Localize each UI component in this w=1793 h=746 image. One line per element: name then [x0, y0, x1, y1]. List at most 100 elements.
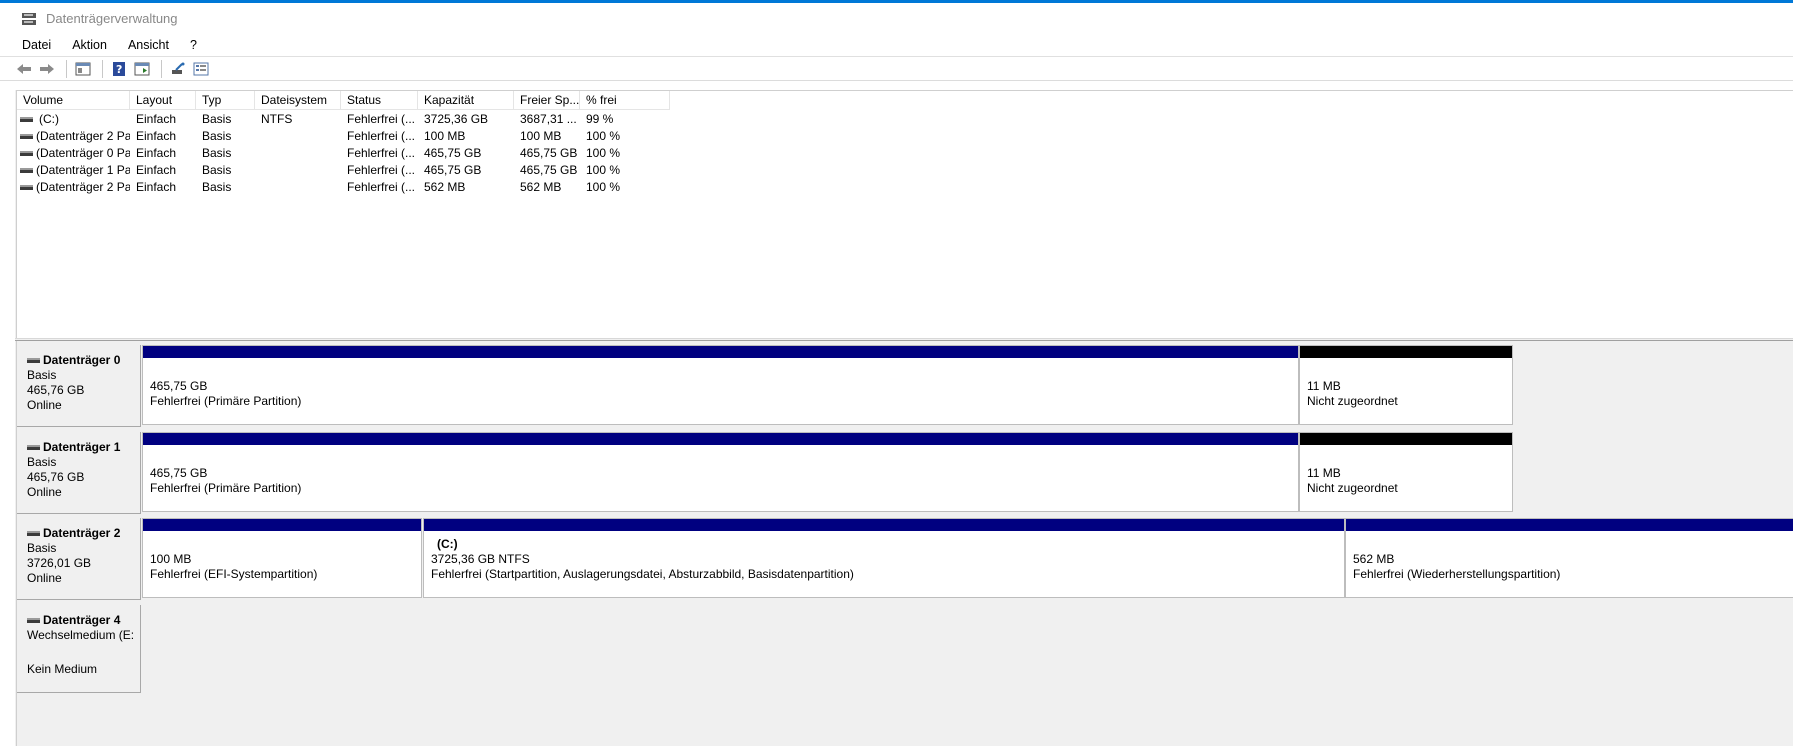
partition-size: 465,75 GB: [150, 379, 208, 393]
volume-name: (Datenträger 1 Par...: [36, 163, 130, 177]
volume-drive-icon: [20, 151, 33, 157]
volume-cell: (C:): [17, 111, 130, 128]
partition-block[interactable]: (C:) 3725,36 GB NTFS Fehlerfrei (Startpart…: [423, 518, 1345, 598]
column-header-kapazitaet[interactable]: Kapazität: [418, 91, 514, 110]
volume-cell: 465,75 GB: [424, 163, 482, 177]
volume-cell: 465,75 GB: [424, 146, 482, 160]
volume-cell: 100 %: [586, 180, 621, 194]
connect-icon[interactable]: [168, 59, 188, 79]
volume-cell: Basis: [202, 129, 232, 143]
partition-status: Fehlerfrei (Primäre Partition): [150, 481, 302, 495]
forward-arrow-icon[interactable]: [37, 59, 57, 79]
partition-status: Fehlerfrei (Primäre Partition): [150, 394, 302, 408]
disk-label[interactable]: Datenträger 0 Basis 465,76 GB Online: [17, 345, 141, 427]
menu-aktion[interactable]: Aktion: [66, 35, 113, 55]
volume-cell: 562 MB: [424, 180, 466, 194]
partition-bar: [143, 433, 1298, 445]
volume-name: (Datenträger 2 Par...: [36, 180, 130, 194]
partition-block[interactable]: 100 MB Fehlerfrei (EFI-Systempartition): [142, 518, 422, 598]
disk-drive-icon: [27, 358, 40, 363]
column-header-volume[interactable]: Volume: [17, 91, 130, 110]
disk-name-text: Datenträger 0: [43, 353, 121, 367]
disk-row: Datenträger 1 Basis 465,76 GB Online 465,75 …: [17, 432, 1793, 514]
volume-cell: [255, 128, 341, 145]
partition-block[interactable]: 11 MB Nicht zugeordnet: [1299, 345, 1513, 425]
partition-size: 11 MB: [1307, 466, 1341, 480]
volume-list[interactable]: Volume Layout Typ Dateisystem Status Kap…: [17, 90, 1793, 338]
disk-type: Wechselmedium (E:: [27, 628, 135, 642]
partition-text: 100 MB Fehlerfrei (EFI-Systempartition): [150, 552, 317, 582]
action-pane-icon[interactable]: [132, 59, 152, 79]
disk-map: Datenträger 0 Basis 465,76 GB Online 465,75 …: [17, 341, 1793, 746]
partition-size: 100 MB: [150, 552, 192, 566]
volume-list-row[interactable]: (C:) Einfach Basis NTFS Fehlerfrei (... 3725,…: [17, 111, 670, 128]
toolbar: ?: [0, 57, 1793, 81]
volume-name: (Datenträger 2 Par...: [36, 129, 130, 143]
disk-type: Basis: [27, 455, 57, 469]
disk-drive-icon: [27, 445, 40, 450]
volume-list-row[interactable]: (Datenträger 2 Par... Einfach Basis Fehlerf…: [17, 128, 670, 145]
column-header-status[interactable]: Status: [341, 91, 418, 110]
disk-state: Online: [27, 398, 62, 412]
partition-status: Fehlerfrei (EFI-Systempartition): [150, 567, 318, 581]
partition-bar: [1346, 519, 1793, 531]
menu-ansicht[interactable]: Ansicht: [122, 35, 175, 55]
disk-label[interactable]: Datenträger 2 Basis 3726,01 GB Online: [17, 518, 141, 600]
volume-cell: [255, 179, 341, 196]
volume-list-rows: (C:) Einfach Basis NTFS Fehlerfrei (... 3725,…: [17, 111, 670, 196]
back-arrow-icon[interactable]: [14, 59, 34, 79]
menu-datei[interactable]: Datei: [16, 35, 57, 55]
partition-block[interactable]: 465,75 GB Fehlerfrei (Primäre Partition): [142, 432, 1299, 512]
volume-list-row[interactable]: (Datenträger 0 Par... Einfach Basis Fehlerf…: [17, 145, 670, 162]
volume-cell: [255, 145, 341, 162]
volume-cell: 465,75 GB: [520, 163, 578, 177]
disk-management-app-icon: [21, 12, 37, 26]
partition-bar: [143, 346, 1298, 358]
disk-drive-icon: [27, 618, 40, 623]
volume-list-header: Volume Layout Typ Dateisystem Status Kap…: [17, 91, 670, 110]
title-bar[interactable]: Datenträgerverwaltung: [0, 3, 1793, 34]
disk-name: Datenträger 4: [27, 613, 140, 628]
volume-drive-icon: [20, 168, 33, 174]
window-title: Datenträgerverwaltung: [46, 11, 178, 26]
console-tree-icon[interactable]: [73, 59, 93, 79]
toolbar-separator: [102, 59, 103, 78]
partition-status: Fehlerfrei (Wiederherstellungspartition): [1353, 567, 1561, 581]
column-header-layout[interactable]: Layout: [130, 91, 196, 110]
column-header-prozent-frei[interactable]: % frei: [580, 91, 670, 110]
partition-size: 3725,36 GB NTFS: [431, 552, 530, 566]
menu-bar: Datei Aktion Ansicht ?: [0, 34, 1793, 56]
disk-size: [27, 643, 140, 658]
volume-cell: Basis: [202, 146, 232, 160]
disk-label[interactable]: Datenträger 4 Wechselmedium (E: Kein Mediu…: [17, 605, 141, 693]
volume-list-row[interactable]: (Datenträger 2 Par... Einfach Basis Fehlerf…: [17, 179, 670, 196]
volume-list-row[interactable]: (Datenträger 1 Par... Einfach Basis Fehlerf…: [17, 162, 670, 179]
partition-block[interactable]: 11 MB Nicht zugeordnet: [1299, 432, 1513, 512]
column-header-dateisystem[interactable]: Dateisystem: [255, 91, 341, 110]
volume-cell: (Datenträger 1 Par...: [17, 162, 130, 179]
volume-cell: (Datenträger 2 Par...: [17, 128, 130, 145]
partition-bar: [424, 519, 1344, 531]
column-header-freier-speicher[interactable]: Freier Sp...: [514, 91, 580, 110]
properties-icon[interactable]: [191, 59, 211, 79]
volume-cell: Fehlerfrei (...: [347, 180, 416, 194]
toolbar-separator: [66, 59, 67, 78]
help-icon[interactable]: ?: [109, 59, 129, 79]
partition-text: 11 MB Nicht zugeordnet: [1307, 379, 1398, 409]
partition-block[interactable]: 562 MB Fehlerfrei (Wiederherstellungspart…: [1345, 518, 1793, 598]
partition-text: 562 MB Fehlerfrei (Wiederherstellungspart…: [1353, 552, 1560, 582]
volume-cell: Einfach: [136, 163, 177, 177]
disk-label[interactable]: Datenträger 1 Basis 465,76 GB Online: [17, 432, 141, 514]
partition-size: 465,75 GB: [150, 466, 208, 480]
menu-help[interactable]: ?: [184, 35, 203, 55]
partition-bar: [143, 519, 421, 531]
partition-block[interactable]: 465,75 GB Fehlerfrei (Primäre Partition): [142, 345, 1299, 425]
toolbar-separator: [161, 59, 162, 78]
volume-name: (Datenträger 0 Par...: [36, 146, 130, 160]
disk-name-text: Datenträger 4: [43, 613, 121, 627]
volume-cell: Einfach: [136, 180, 177, 194]
disk-type: Basis: [27, 368, 57, 382]
column-header-typ[interactable]: Typ: [196, 91, 255, 110]
disk-size: 465,76 GB: [27, 470, 85, 484]
volume-cell: 3725,36 GB: [424, 112, 489, 126]
